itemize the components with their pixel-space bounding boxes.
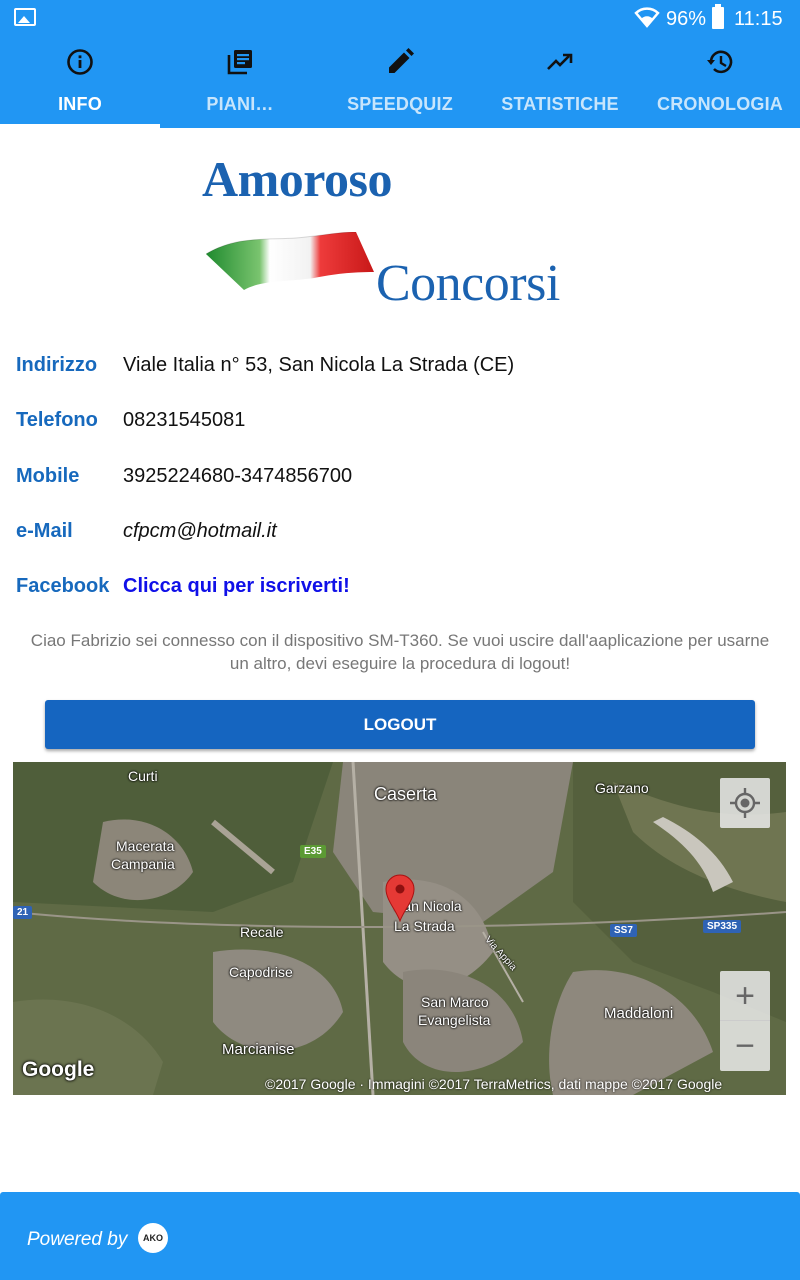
- ako-logo[interactable]: AKO: [138, 1223, 168, 1253]
- mobile-label: Mobile: [16, 465, 80, 487]
- my-location-button[interactable]: [720, 778, 770, 828]
- facebook-label: Facebook: [16, 575, 110, 597]
- address-value: Viale Italia n° 53, San Nicola La Strada…: [123, 354, 515, 376]
- amoroso-concorsi-logo: Amoroso Concorsi: [200, 150, 600, 312]
- map-label-campania: Campania: [111, 856, 175, 872]
- map-label-curti: Curti: [128, 768, 158, 784]
- tab-bar: INFO PIANI… SPEEDQUIZ STATISTICHE CRONOL…: [0, 38, 800, 128]
- status-bar: 96% 11:15: [0, 0, 800, 38]
- email-row: e-Mail cfpcm@hotmail.it: [16, 520, 786, 550]
- road-shield-e35: E35: [300, 845, 326, 858]
- google-logo: Google: [22, 1058, 95, 1081]
- zoom-controls: + −: [720, 971, 770, 1071]
- map-label-capodrise: Capodrise: [229, 964, 293, 980]
- mobile-row: Mobile 3925224680-3474856700: [16, 465, 786, 495]
- image-notification-icon: [14, 8, 36, 26]
- map-label-caserta: Caserta: [374, 784, 438, 804]
- map-label-macerata: Macerata: [116, 838, 175, 854]
- road-shield-ss7: SS7: [610, 924, 637, 937]
- map-label-san-marco: San Marco: [421, 994, 489, 1010]
- info-icon: [67, 49, 93, 75]
- map-marker-icon[interactable]: [385, 874, 415, 922]
- map-attribution[interactable]: ©2017 Google · Immagini ©2017 TerraMetri…: [265, 1076, 722, 1092]
- email-value[interactable]: cfpcm@hotmail.it: [123, 520, 277, 543]
- my-location-icon: [730, 788, 760, 818]
- facebook-row: Facebook Clicca qui per iscriverti!: [16, 575, 786, 605]
- trending-up-icon: [547, 53, 573, 70]
- phone-row: Telefono 08231545081: [16, 409, 786, 439]
- logo-word-concorsi: Concorsi: [376, 255, 560, 312]
- facebook-subscribe-link[interactable]: Clicca qui per iscriverti!: [123, 575, 350, 598]
- powered-by-text: Powered by: [27, 1229, 128, 1250]
- tab-info[interactable]: INFO: [0, 38, 160, 128]
- tab-label: INFO: [58, 94, 102, 114]
- map-label-garzano: Garzano: [595, 780, 649, 796]
- tab-speedquiz[interactable]: SPEEDQUIZ: [320, 38, 480, 128]
- tab-label: STATISTICHE: [501, 94, 619, 114]
- map-label-maddaloni: Maddaloni: [604, 1005, 674, 1022]
- tab-statistiche[interactable]: STATISTICHE: [480, 38, 640, 128]
- library-books-icon: [227, 50, 252, 75]
- map-label-marcianise: Marcianise: [222, 1041, 295, 1058]
- footer-bar: Powered by AKO: [0, 1192, 800, 1280]
- tab-piani[interactable]: PIANI…: [160, 38, 320, 128]
- connection-notice: Ciao Fabrizio sei connesso con il dispos…: [30, 631, 770, 673]
- road-shield-21: 21: [13, 906, 33, 919]
- pencil-icon: [389, 48, 414, 73]
- address-label: Indirizzo: [16, 354, 98, 376]
- clock: 11:15: [734, 8, 783, 30]
- map-label-evangelista: Evangelista: [418, 1012, 491, 1028]
- battery-icon: [712, 4, 724, 29]
- zoom-out-button[interactable]: −: [720, 1021, 770, 1071]
- mobile-value[interactable]: 3925224680-3474856700: [123, 465, 352, 488]
- email-label: e-Mail: [16, 520, 73, 542]
- wifi-icon: [634, 7, 660, 28]
- history-icon: [707, 50, 733, 74]
- address-row: Indirizzo Viale Italia n° 53, San Nicola…: [16, 354, 786, 384]
- tab-label: CRONOLOGIA: [657, 94, 783, 114]
- tab-cronologia[interactable]: CRONOLOGIA: [640, 38, 800, 128]
- map-label-recale: Recale: [240, 924, 284, 940]
- map-view[interactable]: Curti Caserta Garzano Macerata Campania …: [13, 762, 786, 1095]
- logo-word-amoroso: Amoroso: [202, 151, 393, 207]
- road-shield-sp335: SP335: [703, 920, 742, 933]
- battery-percent: 96%: [666, 8, 707, 30]
- active-tab-indicator: [0, 124, 160, 128]
- logout-button[interactable]: LOGOUT: [45, 700, 755, 749]
- tab-label: SPEEDQUIZ: [347, 94, 453, 114]
- phone-value[interactable]: 08231545081: [123, 409, 245, 432]
- phone-label: Telefono: [16, 409, 98, 431]
- zoom-in-button[interactable]: +: [720, 971, 770, 1021]
- tab-label: PIANI…: [206, 94, 274, 114]
- italian-flag-icon: [206, 232, 374, 290]
